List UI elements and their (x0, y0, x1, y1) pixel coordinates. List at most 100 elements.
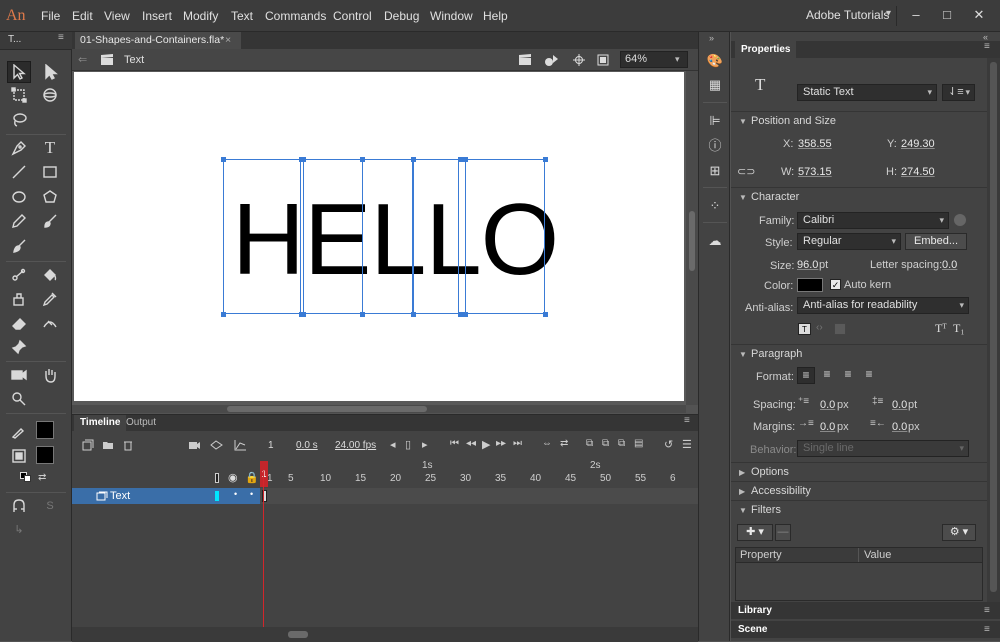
font-style-dropdown[interactable]: Regular ▾ (797, 233, 901, 250)
anti-alias-dropdown[interactable]: Anti-alias for readability ▾ (797, 297, 969, 314)
ink-bottle-tool-icon[interactable] (7, 288, 31, 310)
vertical-scrollbar[interactable] (686, 71, 698, 405)
transform-handle[interactable] (411, 157, 416, 162)
size-value[interactable]: 96.0 (797, 259, 818, 271)
loop-icon[interactable]: ⇔ (542, 438, 552, 449)
chevron-down-icon[interactable]: ▾ (927, 85, 932, 100)
paint-brush-tool-icon[interactable] (38, 210, 62, 232)
scene-tab[interactable]: Scene ≡ (731, 621, 1000, 638)
zoom-dropdown[interactable]: 64% ▾ (620, 51, 688, 68)
align-center-icon[interactable]: ≡ (818, 367, 836, 384)
chevron-down-icon[interactable]: ▼ (739, 189, 751, 207)
modify-markers-icon[interactable]: ▤ (634, 438, 643, 449)
frames-row[interactable] (260, 488, 698, 504)
align-icon[interactable]: ⊫ (706, 112, 724, 130)
font-family-dropdown[interactable]: Calibri ▾ (797, 212, 949, 229)
3d-rotation-tool-icon[interactable] (38, 84, 62, 106)
graph-icon[interactable] (234, 439, 247, 451)
vertical-scrollbar[interactable] (987, 58, 1000, 618)
transform-handle[interactable] (221, 312, 226, 317)
scrollbar-thumb[interactable] (227, 406, 427, 412)
chevron-down-icon[interactable]: ▾ (959, 441, 964, 456)
highlight-column-icon[interactable] (215, 473, 219, 483)
info-icon[interactable]: ⓘ (706, 137, 724, 155)
line-tool-icon[interactable] (7, 161, 31, 183)
paint-bucket-tool-icon[interactable] (38, 264, 62, 286)
lock-icon[interactable]: 🔒 (245, 471, 259, 484)
polystar-tool-icon[interactable] (38, 186, 62, 208)
edit-symbols-icon[interactable] (544, 53, 560, 67)
chevron-down-icon[interactable]: ▾ (959, 298, 964, 313)
spacing-indent-value[interactable]: 0.0 (820, 399, 835, 411)
character-header[interactable]: ▼ Character (731, 187, 987, 205)
menu-modify[interactable]: Modify (183, 9, 218, 23)
render-html-icon[interactable]: ‹› (816, 322, 823, 333)
onion-skin-icon[interactable]: ⧉ (586, 438, 593, 449)
tab-output[interactable]: Output (120, 415, 162, 431)
library-tab[interactable]: Library ≡ (731, 602, 1000, 619)
text-container[interactable] (362, 159, 413, 314)
step-forward-icon[interactable]: ▸▸ (496, 438, 506, 449)
text-container[interactable] (413, 159, 459, 314)
playhead-head[interactable]: 1 (260, 461, 268, 487)
align-right-icon[interactable]: ≡ (839, 367, 857, 384)
minimize-icon[interactable]: – (905, 6, 927, 24)
center-frame-icon[interactable]: ⇄ (560, 438, 568, 449)
chevron-down-icon[interactable]: ▾ (886, 8, 891, 19)
subselection-tool-icon[interactable] (38, 61, 62, 83)
menu-commands[interactable]: Commands (265, 9, 326, 23)
h-value[interactable]: 274.50 (901, 166, 935, 178)
smooth-icon[interactable]: S (38, 495, 62, 517)
fill-color-icon[interactable] (7, 445, 31, 467)
menu-edit[interactable]: Edit (72, 9, 93, 23)
chevron-right-icon[interactable]: ▶ (739, 464, 751, 482)
library-panel-icon[interactable]: ▦ (706, 76, 724, 94)
transform-handle[interactable] (411, 312, 416, 317)
tools-panel-header[interactable]: T... ≡ (0, 32, 72, 50)
layer-color-swatch[interactable] (215, 491, 219, 501)
add-filter-button[interactable]: ✚ ▾ (737, 524, 773, 541)
margin-left-value[interactable]: 0.0 (820, 421, 835, 433)
scrollbar-thumb[interactable] (288, 631, 308, 638)
superscript-icon[interactable]: Tᵀ (935, 321, 947, 336)
paragraph-header[interactable]: ▼ Paragraph (731, 344, 987, 362)
play-icon[interactable]: ▶ (482, 438, 490, 451)
tab-timeline[interactable]: Timeline (74, 415, 127, 431)
timeline-options-icon[interactable]: ☰ (682, 438, 692, 451)
filter-options-button[interactable]: ⚙ ▾ (942, 524, 976, 541)
behavior-dropdown[interactable]: Single line ▾ (797, 440, 969, 457)
menu-window[interactable]: Window (430, 9, 473, 23)
letter-spacing-value[interactable]: 0.0 (942, 259, 957, 271)
subscript-icon[interactable]: T₁ (953, 321, 965, 336)
pencil-tool-icon[interactable] (7, 210, 31, 232)
chevron-down-icon[interactable]: ▼ (739, 502, 751, 520)
chevron-down-icon[interactable]: ▼ (739, 346, 751, 364)
undo-icon[interactable]: ↺ (664, 438, 673, 451)
straighten-icon[interactable]: ↳ (7, 518, 31, 540)
zoom-tool-icon[interactable] (7, 388, 31, 410)
scrollbar-thumb[interactable] (689, 211, 695, 271)
panel-menu-icon[interactable]: ≡ (984, 602, 990, 619)
align-left-icon[interactable]: ≡ (797, 367, 815, 384)
chevron-down-icon[interactable]: ▾ (939, 213, 944, 228)
panel-menu-icon[interactable]: ≡ (58, 32, 64, 43)
prev-keyframe-icon[interactable]: ◂ (390, 438, 396, 451)
step-back-icon[interactable]: ◂◂ (466, 438, 476, 449)
remove-filter-button[interactable]: — (775, 524, 791, 541)
layer-row[interactable]: Text • • (72, 488, 260, 504)
text-type-dropdown[interactable]: Static Text ▾ (797, 84, 937, 101)
current-time[interactable]: 0.0 s (296, 440, 318, 451)
hand-tool-icon[interactable] (38, 364, 62, 386)
transform-handle[interactable] (543, 157, 548, 162)
justify-icon[interactable]: ≡ (860, 367, 878, 384)
go-to-first-icon[interactable]: ⏮ (450, 438, 459, 449)
pin-tool-icon[interactable] (7, 336, 31, 358)
text-tool-icon[interactable]: T (38, 137, 62, 159)
new-layer-icon[interactable] (82, 439, 94, 451)
transform-handle[interactable] (463, 312, 468, 317)
playhead[interactable]: 1 (260, 461, 268, 642)
panel-menu-icon[interactable]: ≡ (984, 41, 990, 52)
chevron-right-icon[interactable]: ▶ (739, 483, 751, 501)
visibility-dot-icon[interactable]: • (234, 489, 237, 499)
filters-header[interactable]: ▼ Filters (731, 500, 987, 518)
